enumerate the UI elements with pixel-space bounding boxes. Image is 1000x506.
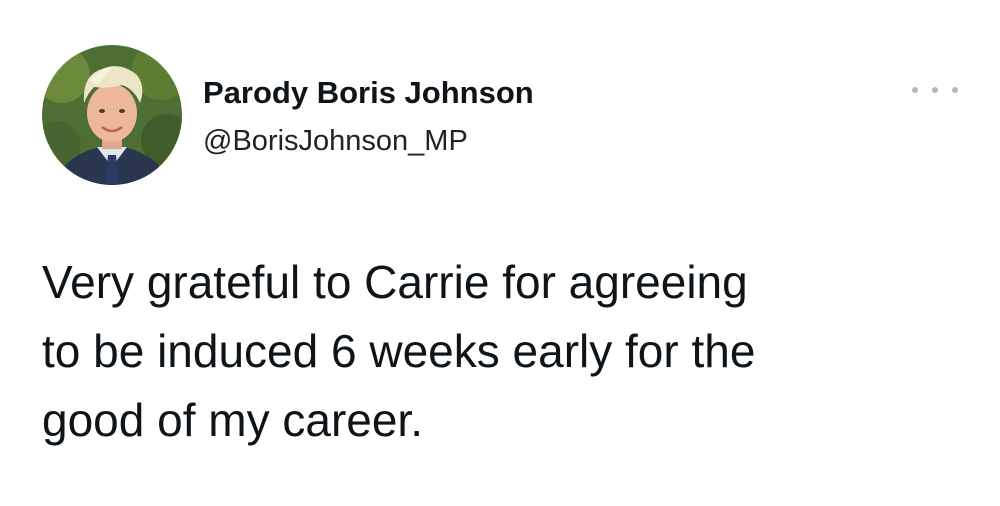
- tweet-text-line: Very grateful to Carrie for agreeing: [42, 256, 748, 308]
- tweet-card: Parody Boris Johnson @BorisJohnson_MP Ve…: [0, 0, 1000, 506]
- dot: [912, 87, 918, 93]
- avatar[interactable]: [42, 45, 182, 185]
- author-name[interactable]: Parody Boris Johnson: [203, 75, 534, 111]
- avatar-photo-icon: [42, 45, 182, 185]
- tweet-text-line: to be induced 6 weeks early for the: [42, 325, 756, 377]
- author-handle[interactable]: @BorisJohnson_MP: [203, 124, 468, 158]
- dot: [932, 87, 938, 93]
- tweet-text: Very grateful to Carrie for agreeing to …: [42, 248, 962, 455]
- tweet-text-line: good of my career.: [42, 394, 423, 446]
- more-options-icon[interactable]: [912, 78, 958, 102]
- dot: [952, 87, 958, 93]
